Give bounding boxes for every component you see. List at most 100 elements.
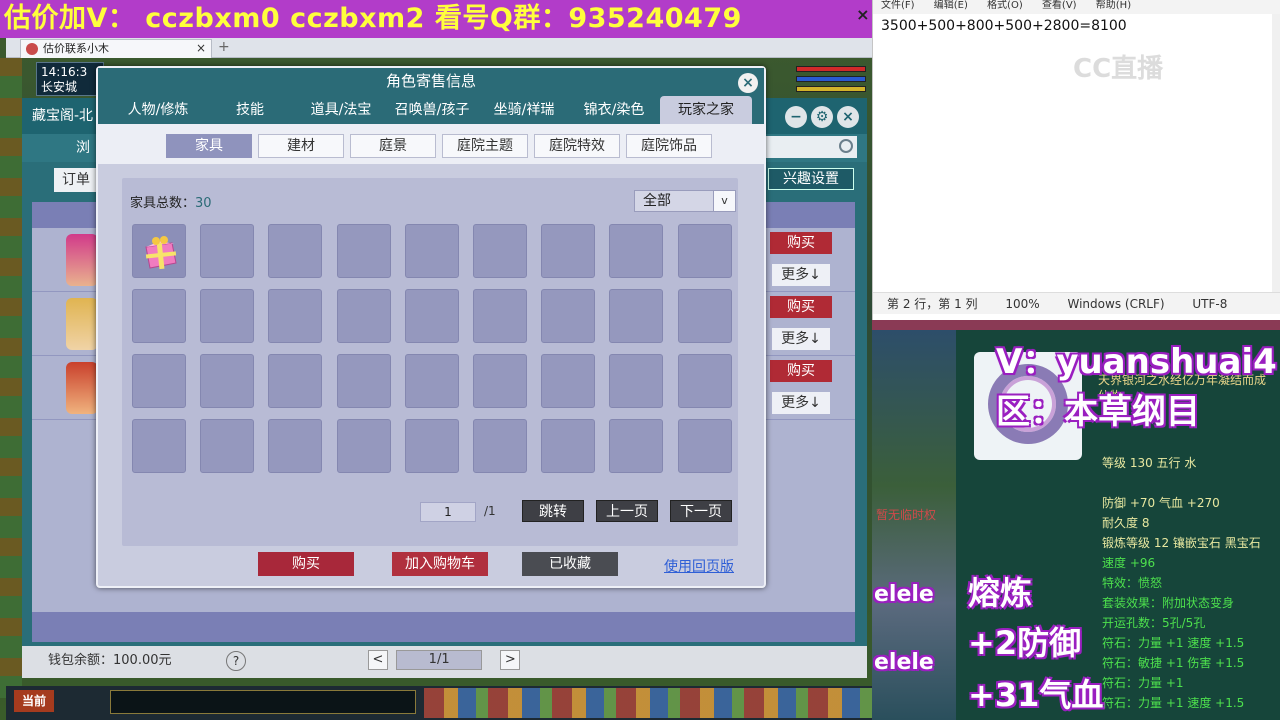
tab-close-icon[interactable]: × [196, 40, 206, 57]
avatar[interactable] [66, 298, 98, 350]
furniture-slot[interactable] [677, 419, 732, 473]
furniture-slot[interactable] [200, 289, 255, 343]
prev-page-button[interactable]: 上一页 [596, 500, 658, 522]
furniture-slot[interactable] [473, 289, 527, 343]
furniture-slot[interactable] [609, 289, 664, 343]
furniture-filter-select[interactable]: 全部 v [634, 190, 736, 212]
furniture-slot[interactable] [336, 354, 391, 408]
tab-items[interactable]: 道具/法宝 [302, 96, 380, 124]
furniture-slot[interactable] [336, 289, 391, 343]
furniture-slot[interactable] [473, 224, 527, 278]
browser-tab[interactable]: 估价联系小木 × [20, 39, 212, 58]
tab-costumes[interactable]: 锦衣/染色 [574, 96, 654, 124]
subtab-materials[interactable]: 建材 [258, 134, 344, 158]
page-input[interactable]: 1 [420, 502, 476, 522]
subtab-furniture[interactable]: 家具 [166, 134, 252, 158]
hp-bar [796, 66, 866, 72]
tab-mounts[interactable]: 坐骑/祥瑞 [484, 96, 564, 124]
furniture-slot[interactable] [336, 224, 391, 278]
pager-next-button[interactable]: > [500, 650, 521, 670]
tab-character[interactable]: 人物/修炼 [116, 96, 200, 124]
furniture-slot[interactable] [473, 354, 527, 408]
furniture-slot[interactable] [268, 289, 323, 343]
search-icon[interactable] [839, 139, 853, 153]
furniture-slot[interactable] [132, 354, 186, 408]
subtab-yard-decor[interactable]: 庭院饰品 [626, 134, 712, 158]
furniture-slot[interactable] [404, 289, 459, 343]
interest-settings-button[interactable]: 兴趣设置 [768, 168, 854, 190]
furniture-slot[interactable] [268, 224, 323, 278]
add-to-cart-button[interactable]: 加入购物车 [392, 552, 488, 576]
row-more-button[interactable]: 更多↓ [772, 328, 830, 350]
pager-prev-button[interactable]: < [368, 650, 388, 670]
furniture-slot[interactable] [404, 224, 459, 278]
furniture-slot[interactable] [541, 354, 596, 408]
furniture-slot[interactable] [404, 354, 459, 408]
subtab-yard-theme[interactable]: 庭院主题 [442, 134, 528, 158]
furniture-slot[interactable] [541, 289, 596, 343]
furniture-slot[interactable] [541, 419, 596, 473]
menu-view[interactable]: 查看(V) [1042, 0, 1077, 11]
furniture-slot[interactable] [541, 224, 596, 278]
tab-pets[interactable]: 召唤兽/孩子 [386, 96, 478, 124]
furniture-slot[interactable] [473, 419, 527, 473]
furniture-slot[interactable] [404, 419, 459, 473]
chevron-down-icon[interactable]: v [713, 191, 735, 211]
furniture-slot[interactable] [132, 419, 186, 473]
chat-input[interactable] [110, 690, 416, 714]
browser-tab-bar: 估价联系小木 × + [6, 38, 872, 58]
tab-player-home[interactable]: 玩家之家 [660, 96, 752, 124]
chat-channel-button[interactable]: 当前 [14, 690, 54, 712]
menu-help[interactable]: 帮助(H) [1096, 0, 1131, 11]
close-icon[interactable]: × [837, 106, 859, 128]
notepad-scrollbar[interactable] [1272, 14, 1280, 292]
stat-line: 速度 +96 [1102, 556, 1156, 570]
cbg-nav-label[interactable]: 浏 [76, 140, 90, 156]
furniture-slot[interactable] [200, 224, 255, 278]
furniture-slot[interactable] [609, 419, 664, 473]
dialog-tabs: 人物/修炼 技能 道具/法宝 召唤兽/孩子 坐骑/祥瑞 锦衣/染色 玩家之家 [98, 94, 764, 124]
furniture-slot[interactable] [677, 289, 732, 343]
subtab-yard-scene[interactable]: 庭景 [350, 134, 436, 158]
minimize-icon[interactable]: − [785, 106, 807, 128]
row-buy-button[interactable]: 购买 [770, 232, 832, 254]
furniture-slot-filled[interactable] [132, 224, 186, 278]
furniture-slot[interactable] [200, 419, 255, 473]
dialog-close-icon[interactable]: × [738, 73, 758, 93]
avatar[interactable] [66, 234, 98, 286]
game-shortcut-icons[interactable] [424, 688, 872, 718]
avatar[interactable] [66, 362, 98, 414]
help-icon[interactable]: ? [226, 651, 246, 671]
next-page-button[interactable]: 下一页 [670, 500, 732, 522]
notepad-content[interactable]: 3500+500+800+500+2800=8100 [881, 18, 1127, 34]
new-tab-button[interactable]: + [218, 38, 230, 56]
furniture-panel: 家具总数：30 全部 v 1 /1 跳转 上一页 下一页 [122, 178, 738, 546]
overlay-hp: +31气血 [968, 676, 1104, 714]
furniture-slot[interactable] [677, 224, 732, 278]
favorited-button[interactable]: 已收藏 [522, 552, 618, 576]
menu-format[interactable]: 格式(O) [987, 0, 1023, 11]
furniture-slot[interactable] [677, 354, 732, 408]
furniture-slot[interactable] [268, 354, 323, 408]
server-name: 区：本草纲目 [996, 392, 1200, 432]
furniture-slot[interactable] [609, 354, 664, 408]
row-buy-button[interactable]: 购买 [770, 360, 832, 382]
furniture-slot[interactable] [132, 289, 186, 343]
row-more-button[interactable]: 更多↓ [772, 392, 830, 414]
tab-skills[interactable]: 技能 [216, 96, 284, 124]
menu-edit[interactable]: 编辑(E) [934, 0, 968, 11]
row-more-button[interactable]: 更多↓ [772, 264, 830, 286]
subtab-yard-effects[interactable]: 庭院特效 [534, 134, 620, 158]
furniture-slot[interactable] [200, 354, 255, 408]
overlay-defense: +2防御 [968, 624, 1082, 662]
jump-button[interactable]: 跳转 [522, 500, 584, 522]
gear-icon[interactable]: ⚙ [811, 106, 833, 128]
furniture-slot[interactable] [336, 419, 391, 473]
row-buy-button[interactable]: 购买 [770, 296, 832, 318]
furniture-slot[interactable] [268, 419, 323, 473]
promo-close-icon[interactable]: × [856, 0, 870, 30]
buy-button[interactable]: 购买 [258, 552, 354, 576]
menu-file[interactable]: 文件(F) [881, 0, 915, 11]
furniture-slot[interactable] [609, 224, 664, 278]
old-version-link[interactable]: 使用回页版 [664, 556, 734, 576]
